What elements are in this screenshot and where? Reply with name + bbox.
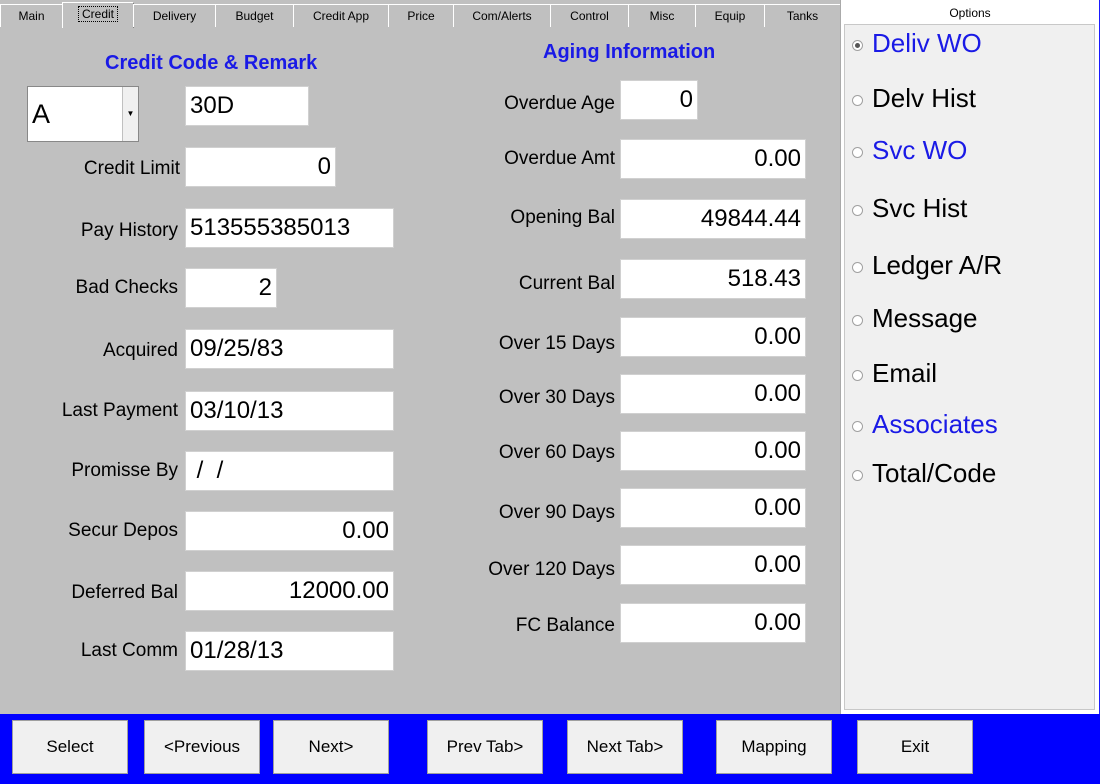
credit-heading: Credit Code & Remark	[105, 52, 318, 74]
mapping-button[interactable]: Mapping	[716, 720, 832, 774]
last-comm-field[interactable]: 01/28/13	[185, 631, 394, 671]
over-60-days-label: Over 60 Days	[498, 442, 615, 463]
option-ledger-ar[interactable]: Ledger A/R	[872, 250, 1002, 281]
acquired-label: Acquired	[103, 340, 178, 361]
overdue-age-label: Overdue Age	[504, 93, 615, 114]
exit-button[interactable]: Exit	[857, 720, 973, 774]
radio-total-code[interactable]	[852, 470, 863, 481]
last-payment-field[interactable]: 03/10/13	[185, 391, 394, 431]
tab-misc[interactable]: Misc	[628, 4, 696, 27]
radio-associates[interactable]	[852, 421, 863, 432]
opening-bal-label: Opening Bal	[510, 207, 615, 228]
button-bar: Select <Previous Next> Prev Tab> Next Ta…	[0, 714, 1100, 784]
overdue-age-field[interactable]: 0	[620, 80, 698, 120]
opening-bal-field[interactable]: 49844.44	[620, 199, 806, 239]
option-svc-wo[interactable]: Svc WO	[872, 135, 967, 166]
credit-code-combo[interactable]: A ▼	[27, 86, 139, 142]
over-60-days-field[interactable]: 0.00	[620, 431, 806, 471]
tab-delivery[interactable]: Delivery	[133, 4, 216, 27]
tab-credit[interactable]: Credit	[62, 2, 134, 28]
option-message[interactable]: Message	[872, 303, 978, 334]
over-15-days-label: Over 15 Days	[498, 333, 615, 354]
fc-balance-label: FC Balance	[515, 615, 615, 636]
pay-history-label: Pay History	[80, 220, 178, 241]
radio-svc-hist[interactable]	[852, 205, 863, 216]
over-120-days-field[interactable]: 0.00	[620, 545, 806, 585]
radio-email[interactable]	[852, 370, 863, 381]
credit-limit-field[interactable]: 0	[185, 147, 336, 187]
option-delv-hist[interactable]: Delv Hist	[872, 83, 976, 114]
previous-button[interactable]: <Previous	[144, 720, 260, 774]
option-associates[interactable]: Associates	[872, 409, 998, 440]
current-bal-field[interactable]: 518.43	[620, 259, 806, 299]
over-30-days-label: Over 30 Days	[498, 387, 615, 408]
radio-delv-hist[interactable]	[852, 95, 863, 106]
radio-ledger-ar[interactable]	[852, 262, 863, 273]
acquired-field[interactable]: 09/25/83	[185, 329, 394, 369]
over-90-days-label: Over 90 Days	[498, 502, 615, 523]
radio-message[interactable]	[852, 315, 863, 326]
tab-tanks[interactable]: Tanks	[764, 4, 841, 27]
remark-field[interactable]: 30D	[185, 86, 309, 126]
over-15-days-field[interactable]: 0.00	[620, 317, 806, 357]
bad-checks-field[interactable]: 2	[185, 268, 277, 308]
promise-by-field[interactable]: / /	[185, 451, 394, 491]
deferred-bal-field[interactable]: 12000.00	[185, 571, 394, 611]
option-total-code[interactable]: Total/Code	[872, 458, 996, 489]
tab-budget[interactable]: Budget	[215, 4, 294, 27]
over-90-days-field[interactable]: 0.00	[620, 488, 806, 528]
secur-depos-label: Secur Depos	[68, 520, 178, 541]
options-title: Options	[949, 6, 991, 20]
credit-code-value: A	[32, 98, 51, 129]
tab-equip[interactable]: Equip	[695, 4, 765, 27]
current-bal-label: Current Bal	[518, 273, 615, 294]
option-email[interactable]: Email	[872, 358, 937, 389]
option-svc-hist[interactable]: Svc Hist	[872, 193, 967, 224]
over-30-days-field[interactable]: 0.00	[620, 374, 806, 414]
next-button[interactable]: Next>	[273, 720, 389, 774]
deferred-bal-label: Deferred Bal	[71, 582, 178, 603]
radio-deliv-wo[interactable]	[852, 40, 863, 51]
radio-svc-wo[interactable]	[852, 147, 863, 158]
secur-depos-field[interactable]: 0.00	[185, 511, 394, 551]
over-120-days-label: Over 120 Days	[488, 559, 615, 580]
overdue-amt-label: Overdue Amt	[504, 148, 615, 169]
tab-main[interactable]: Main	[0, 4, 63, 27]
promise-by-label: Promisse By	[71, 460, 178, 481]
tab-price[interactable]: Price	[388, 4, 454, 27]
credit-limit-label: Credit Limit	[83, 158, 180, 179]
tab-bar: Main Credit Delivery Budget Credit App P…	[0, 0, 841, 30]
tab-credit-app[interactable]: Credit App	[293, 4, 389, 27]
fc-balance-field[interactable]: 0.00	[620, 603, 806, 643]
next-tab-button[interactable]: Next Tab>	[567, 720, 683, 774]
overdue-amt-field[interactable]: 0.00	[620, 139, 806, 179]
aging-heading: Aging Information	[543, 41, 716, 63]
options-panel: Options Deliv WO Delv Hist Svc WO Svc Hi…	[840, 0, 1100, 714]
last-comm-label: Last Comm	[80, 640, 178, 661]
prev-tab-button[interactable]: Prev Tab>	[427, 720, 543, 774]
tab-control[interactable]: Control	[550, 4, 629, 27]
select-button[interactable]: Select	[12, 720, 128, 774]
pay-history-field[interactable]: 513555385013	[185, 208, 394, 248]
bad-checks-label: Bad Checks	[75, 277, 178, 298]
option-deliv-wo[interactable]: Deliv WO	[872, 28, 982, 59]
dropdown-arrow-icon[interactable]: ▼	[122, 87, 138, 141]
last-payment-label: Last Payment	[61, 400, 178, 421]
tab-com-alerts[interactable]: Com/Alerts	[453, 4, 551, 27]
